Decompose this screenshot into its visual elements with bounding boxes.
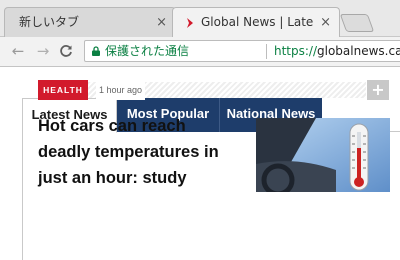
address-bar[interactable]: 保護された通信 https://globalnews.ca (84, 40, 400, 62)
article-thumbnail[interactable] (256, 118, 390, 192)
category-badge[interactable]: HEALTH (38, 80, 88, 100)
expand-button[interactable]: + (367, 80, 389, 100)
tab-title: Global News | Latest & (201, 15, 313, 29)
close-icon[interactable]: × (320, 8, 331, 37)
reload-icon[interactable] (56, 41, 76, 61)
browser-toolbar: ← → 保護された通信 https://globalnews.ca (0, 37, 400, 67)
article-headline[interactable]: Hot cars can reach deadly temperatures i… (38, 113, 238, 191)
security-indicator[interactable]: 保護された通信 (105, 41, 189, 61)
tab-title: 新しいタブ (19, 15, 80, 29)
browser-tab-global-news[interactable]: Global News | Latest & × (172, 7, 340, 37)
url-host: globalnews.ca (317, 44, 400, 58)
browser-tab-new-tab[interactable]: 新しいタブ × (4, 7, 176, 37)
article-meta: HEALTH 1 hour ago + (38, 80, 390, 100)
back-icon[interactable]: ← (8, 41, 28, 61)
forward-icon[interactable]: → (33, 41, 53, 61)
url-scheme: https:// (274, 44, 318, 58)
global-news-favicon-icon (187, 18, 193, 28)
new-tab-button[interactable] (339, 14, 375, 32)
url-text[interactable]: https://globalnews.ca (274, 41, 400, 61)
close-icon[interactable]: × (156, 8, 167, 37)
article-timestamp: 1 hour ago (96, 80, 146, 100)
url-divider (266, 44, 267, 59)
car-dashboard-thermometer-image (256, 118, 390, 192)
lock-icon (92, 46, 100, 56)
browser-tab-strip: 新しいタブ × Global News | Latest & × (0, 0, 400, 37)
